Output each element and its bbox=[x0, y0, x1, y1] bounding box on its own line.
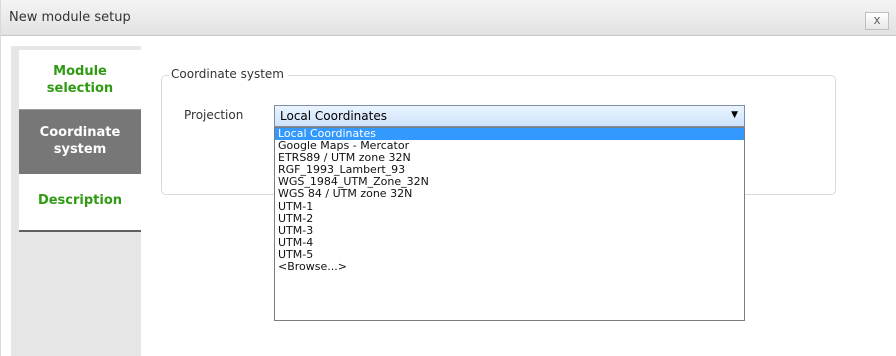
projection-dropdown-list[interactable]: Local Coordinates Google Maps - Mercator… bbox=[274, 127, 745, 321]
sidebar-item-label: Coordinate system bbox=[39, 125, 121, 157]
sidebar-item-label: Description bbox=[37, 193, 123, 208]
projection-label: Projection bbox=[184, 108, 244, 122]
window-title: New module setup bbox=[9, 10, 131, 25]
close-icon: x bbox=[873, 13, 881, 27]
sidebar-item-label: Module selection bbox=[46, 64, 114, 96]
group-title: Coordinate system bbox=[169, 67, 288, 81]
dropdown-option[interactable]: <Browse...> bbox=[275, 260, 744, 273]
projection-selected-value: Local Coordinates bbox=[280, 109, 387, 123]
sidebar-item-module-selection[interactable]: Module selection bbox=[19, 50, 141, 110]
titlebar: New module setup x bbox=[1, 0, 896, 36]
close-button[interactable]: x bbox=[865, 12, 889, 30]
chevron-down-icon[interactable]: ▼ bbox=[731, 110, 738, 120]
projection-select[interactable]: Local Coordinates ▼ bbox=[274, 105, 745, 127]
sidebar-item-coordinate-system[interactable]: Coordinate system bbox=[19, 110, 141, 174]
sidebar-item-description[interactable]: Description bbox=[19, 174, 141, 232]
dropdown-option[interactable]: UTM-3 bbox=[275, 224, 744, 237]
sidebar: Module selection Coordinate system Descr… bbox=[11, 46, 141, 356]
dropdown-option[interactable]: WGS 84 / UTM zone 32N bbox=[275, 188, 744, 200]
dropdown-option[interactable]: UTM-2 bbox=[275, 212, 744, 225]
dropdown-option[interactable]: UTM-4 bbox=[275, 236, 744, 249]
new-module-setup-dialog: New module setup x Module selection Coor… bbox=[0, 0, 896, 356]
dropdown-option[interactable]: UTM-1 bbox=[275, 200, 744, 213]
